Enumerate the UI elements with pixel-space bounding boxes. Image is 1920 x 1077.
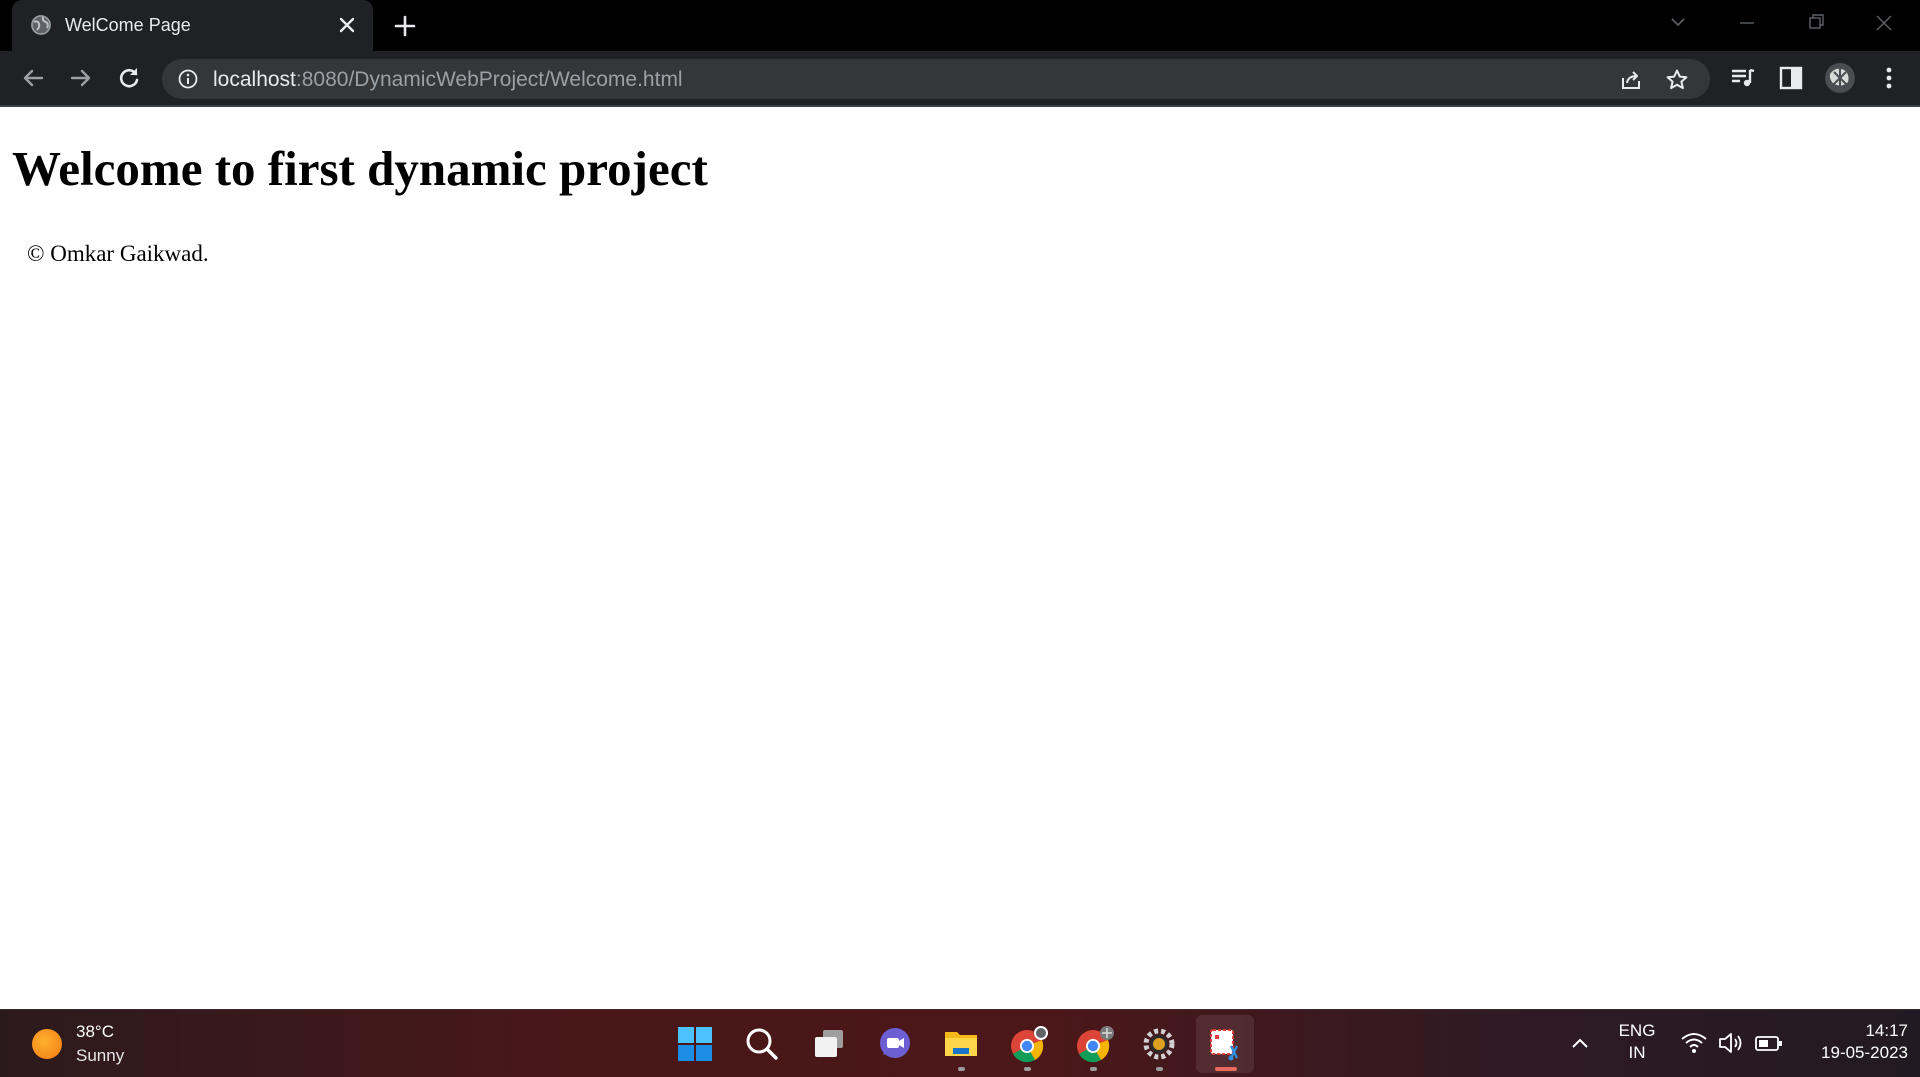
forward-icon[interactable] — [66, 63, 96, 93]
battery-icon — [1755, 1036, 1782, 1051]
quick-settings[interactable] — [1680, 1029, 1790, 1059]
tab-welcome-page[interactable]: WelCome Page — [12, 0, 373, 51]
chat-icon — [880, 1028, 910, 1058]
browser-toolbar: localhost:8080/DynamicWebProject/Welcome… — [0, 51, 1920, 106]
snipping-tool-button[interactable] — [1196, 1015, 1254, 1073]
new-tab-icon[interactable] — [392, 13, 418, 39]
chat-button[interactable] — [866, 1015, 924, 1073]
reload-icon[interactable] — [114, 63, 144, 93]
tab-title: WelCome Page — [65, 15, 191, 35]
weather-temperature: 38°C — [76, 1022, 114, 1041]
running-indicator — [1090, 1067, 1097, 1071]
tab-strip: WelCome Page — [0, 0, 1920, 51]
search-button[interactable] — [733, 1015, 791, 1073]
chrome-button-2[interactable] — [1064, 1015, 1122, 1073]
weather-widget[interactable]: 38°C Sunny — [28, 1020, 168, 1068]
minimize-icon[interactable] — [1727, 9, 1767, 37]
settings-button[interactable] — [1130, 1015, 1188, 1073]
profile-avatar-icon[interactable] — [1824, 62, 1856, 94]
active-indicator — [1215, 1067, 1237, 1071]
chrome-icon — [1077, 1026, 1114, 1063]
clock-date: 19-05-2023 — [1821, 1043, 1908, 1062]
close-tab-icon[interactable] — [336, 14, 358, 36]
close-window-icon[interactable] — [1864, 9, 1904, 37]
tab-search-chevron-icon[interactable] — [1658, 9, 1698, 37]
url-host: localhost — [213, 68, 296, 91]
running-indicator — [1024, 1067, 1031, 1071]
more-menu-icon[interactable] — [1876, 65, 1902, 91]
wifi-icon — [1681, 1033, 1707, 1053]
site-info-icon[interactable] — [178, 69, 198, 89]
media-controls-icon[interactable] — [1730, 65, 1756, 91]
file-explorer-icon — [945, 1032, 977, 1056]
share-icon[interactable] — [1619, 68, 1643, 92]
taskbar: 38°C Sunny ENG IN 14:17 19-05-2023 — [0, 1009, 1920, 1077]
search-icon — [746, 1028, 778, 1060]
page-heading: Welcome to first dynamic project — [12, 141, 708, 196]
show-hidden-icons-chevron-icon[interactable] — [1568, 1032, 1592, 1056]
chrome-button-1[interactable] — [998, 1015, 1056, 1073]
task-view-button[interactable] — [800, 1015, 858, 1073]
bookmark-star-icon[interactable] — [1665, 68, 1689, 92]
running-indicator — [1156, 1067, 1163, 1071]
file-explorer-button[interactable] — [932, 1015, 990, 1073]
clock-time: 14:17 — [1865, 1021, 1908, 1040]
restore-icon[interactable] — [1796, 9, 1836, 37]
address-bar[interactable]: localhost:8080/DynamicWebProject/Welcome… — [162, 59, 1710, 99]
sun-icon — [32, 1029, 62, 1059]
region-code: IN — [1628, 1043, 1646, 1062]
globe-icon — [29, 13, 53, 37]
copyright-text: © Omkar Gaikwad. — [27, 241, 209, 266]
running-indicator — [958, 1067, 965, 1071]
back-icon[interactable] — [18, 63, 48, 93]
task-view-icon — [815, 1030, 843, 1057]
web-page-content: Welcome to first dynamic project © Omkar… — [0, 107, 1920, 1009]
url-path: :8080/DynamicWebProject/Welcome.html — [295, 68, 683, 91]
input-language-indicator[interactable]: ENG IN — [1612, 1020, 1662, 1068]
language-code: ENG — [1618, 1021, 1656, 1040]
url-text: localhost:8080/DynamicWebProject/Welcome… — [213, 68, 683, 92]
weather-condition: Sunny — [76, 1046, 125, 1065]
volume-icon — [1719, 1033, 1742, 1053]
side-panel-icon[interactable] — [1778, 65, 1804, 91]
start-button[interactable] — [666, 1015, 724, 1073]
settings-icon — [1143, 1028, 1175, 1060]
chrome-icon — [1011, 1026, 1048, 1063]
snipping-tool-icon — [1210, 1029, 1239, 1061]
date-time[interactable]: 14:17 19-05-2023 — [1798, 1020, 1908, 1068]
start-icon — [678, 1027, 712, 1061]
